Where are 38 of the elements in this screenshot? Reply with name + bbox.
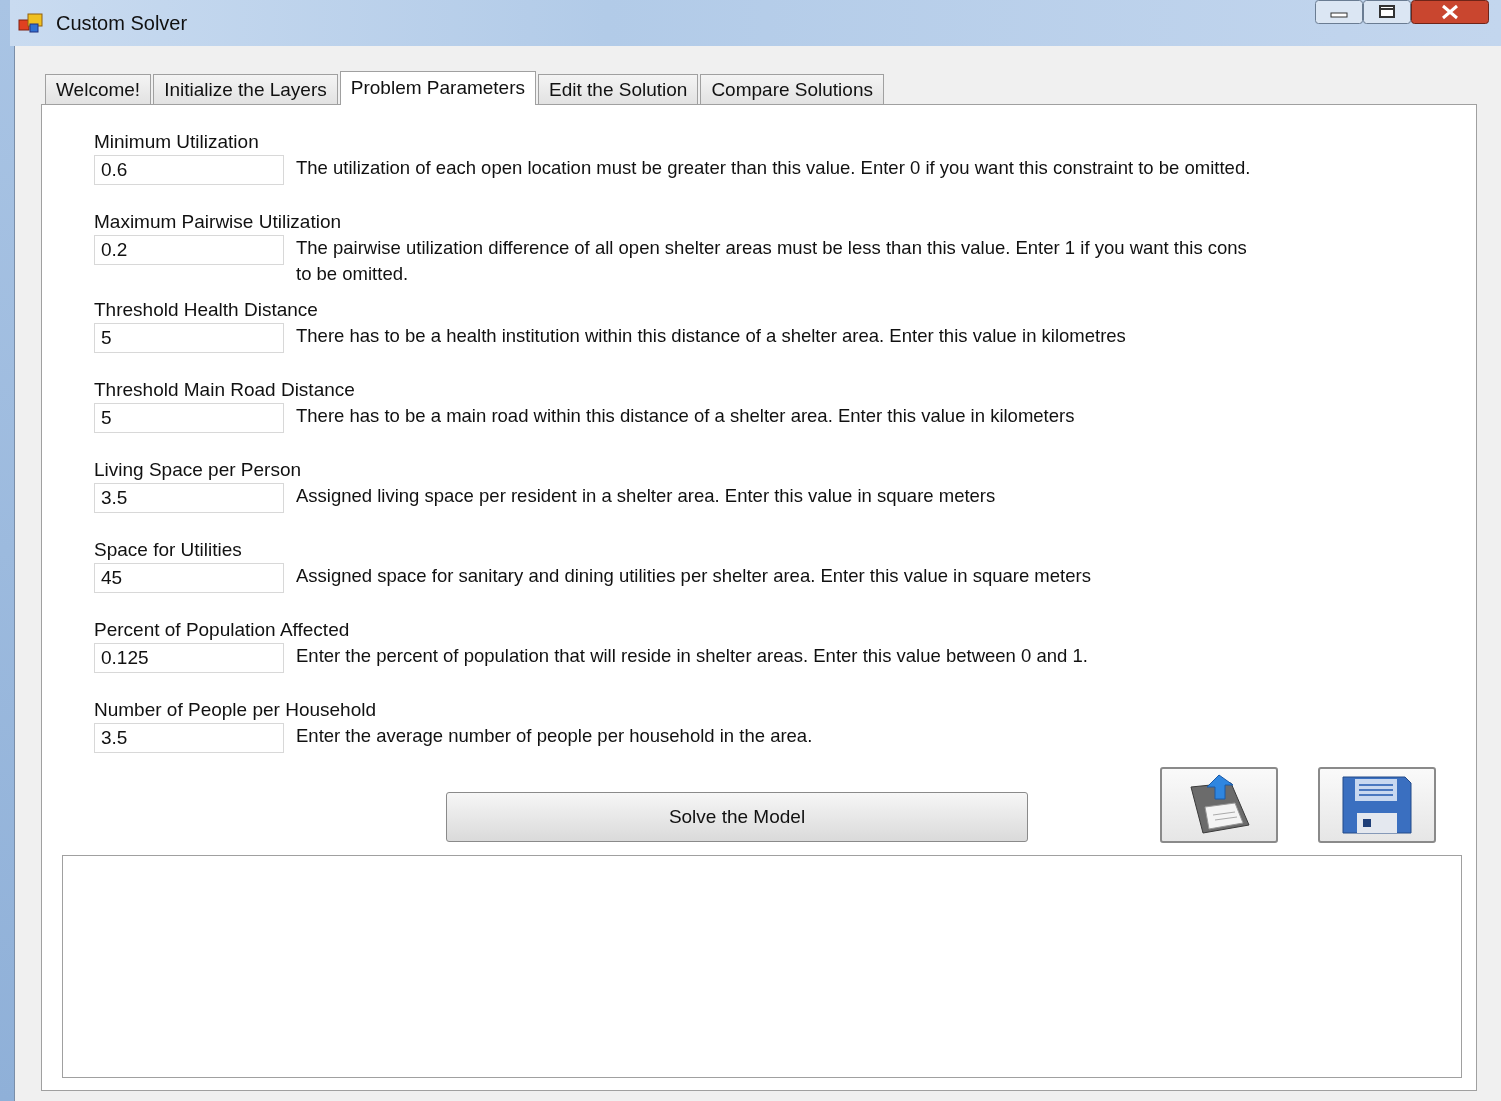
tab[interactable]: Problem Parameters [339,71,536,105]
input-field[interactable]: 0.125 [94,643,284,673]
input-field[interactable]: 3.5 [94,483,284,513]
window-title: Custom Solver [56,11,188,35]
description-text: Assigned living space per resident in a shelter area. Enter this value in square meters [296,485,996,507]
description-text: Assigned space for sanitary and dining utilities per shelter area. Enter this value in square meters [296,565,1091,587]
minimize-icon[interactable] [1315,0,1363,24]
input-field[interactable]: 45 [94,563,284,593]
field-label: Space for Utilities [94,539,243,561]
field-label: Percent of Population Affected [94,619,351,641]
field-label: Living Space per Person [94,459,302,481]
field-label: Threshold Main Road Distance [94,379,356,401]
input-field[interactable]: 3.5 [94,723,284,753]
close-icon[interactable] [1411,0,1489,24]
description-text: The utilization of each open location must be greater than this value. Enter 0 if you want this constraint to be omitted. [296,157,1251,179]
load-button[interactable] [1160,767,1278,843]
field-label: Number of People per Household [94,699,377,721]
field-label: Minimum Utilization [94,131,260,153]
tab[interactable]: Welcome! [45,74,152,104]
tab[interactable]: Compare Solutions [700,74,884,104]
description-text: The pairwise utilization difference of all open shelter areas must be less than this value. Enter 1 if you want this cons [296,237,1247,259]
description-text: There has to be a health institution within this distance of a shelter area. Enter this value in kilometres [296,325,1126,347]
field-label: Maximum Pairwise Utilization [94,211,343,233]
description-text: to be omitted. [296,263,410,285]
save-button[interactable] [1318,767,1436,843]
input-field[interactable]: 0.2 [94,235,284,265]
tab[interactable]: Edit the Solution [538,74,699,104]
solve-button[interactable]: Solve the Model [446,792,1028,842]
description-text: Enter the average number of people per household in the area. [296,725,813,747]
input-field[interactable]: 5 [94,403,284,433]
tab[interactable]: Initialize the Layers [153,74,338,104]
description-text: There has to be a main road within this distance of a shelter area. Enter this value in kilometers [296,405,1075,427]
input-field[interactable]: 5 [94,323,284,353]
description-text: Enter the percent of population that will reside in shelter areas. Enter this value between 0 and 1. [296,645,1088,667]
maximize-icon[interactable] [1363,0,1411,24]
field-label: Threshold Health Distance [94,299,319,321]
app-icon [18,12,44,34]
input-field[interactable]: 0.6 [94,155,284,185]
